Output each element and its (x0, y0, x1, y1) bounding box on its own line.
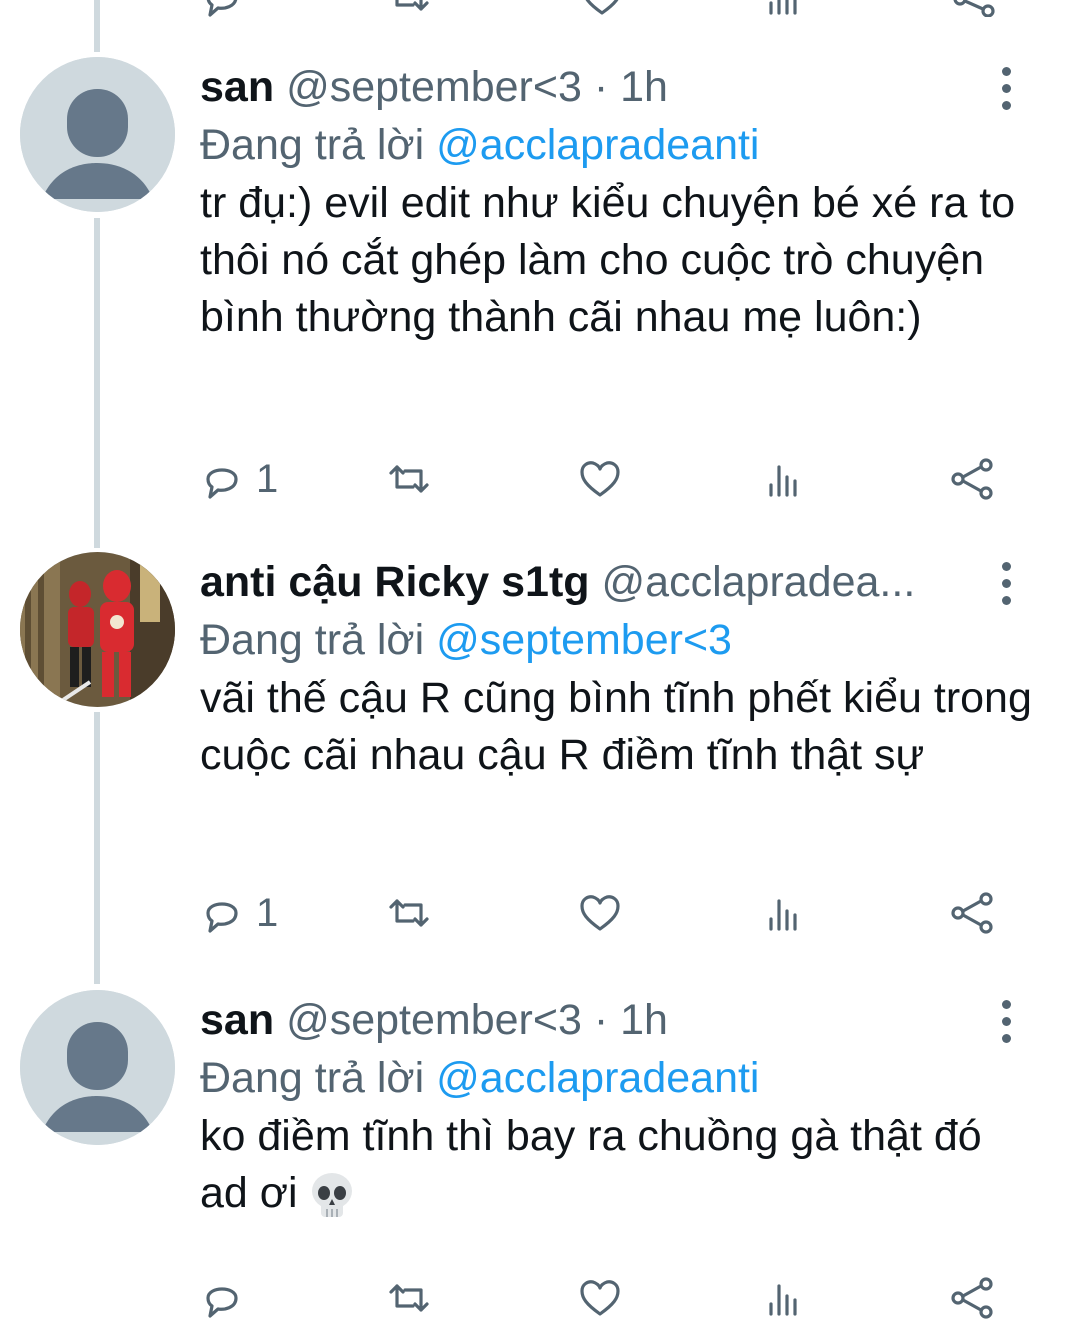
views-icon (769, 1284, 797, 1316)
retweet-icon (389, 465, 429, 493)
retweet-button[interactable] (385, 0, 433, 22)
timestamp[interactable]: 1h (620, 63, 668, 111)
replying-to-label: Đang trả lời (200, 616, 425, 664)
tweet-header: anti cậu Ricky s1tg @acclapradea... (200, 552, 989, 612)
share-button[interactable] (948, 1273, 996, 1323)
more-icon (991, 562, 1021, 605)
timestamp[interactable]: 1h (620, 996, 668, 1044)
tweet-2[interactable]: anti cậu Ricky s1tg @acclapradea... Đang… (0, 552, 1069, 952)
more-icon (991, 67, 1021, 110)
like-button[interactable] (578, 1273, 622, 1323)
share-icon (953, 0, 995, 17)
like-button[interactable] (580, 0, 624, 22)
reply-count: 1 (256, 890, 279, 935)
like-icon (580, 461, 620, 497)
tweet-actions: 1 (200, 888, 1000, 938)
display-name[interactable]: san (200, 63, 274, 111)
thread-line-top (94, 0, 100, 52)
retweet-button[interactable] (385, 1273, 433, 1323)
replying-to: Đang trả lời @september<3 (200, 610, 732, 670)
tweet-actions: 1 (200, 454, 1000, 504)
separator-dot: · (593, 996, 609, 1044)
avatar[interactable] (20, 552, 175, 707)
retweet-button[interactable] (385, 888, 433, 938)
share-button[interactable] (948, 454, 996, 504)
share-button[interactable] (948, 888, 996, 938)
more-icon (991, 1000, 1021, 1043)
like-icon (580, 895, 620, 931)
retweet-icon (395, 0, 429, 11)
share-button[interactable] (950, 0, 998, 22)
views-button[interactable] (765, 1273, 805, 1323)
share-icon (951, 458, 993, 500)
reply-icon (206, 902, 238, 933)
separator-dot: · (593, 63, 609, 111)
replying-to: Đang trả lời @acclapradeanti (200, 115, 759, 175)
mention-link[interactable]: @acclapradeanti (436, 121, 759, 169)
user-handle[interactable]: @september<3 (286, 996, 582, 1044)
mention-link[interactable]: @september<3 (436, 616, 732, 664)
mention-link[interactable]: @acclapradeanti (436, 1054, 759, 1102)
replying-to: Đang trả lời @acclapradeanti (200, 1048, 759, 1108)
views-button[interactable] (765, 0, 805, 22)
views-button[interactable] (765, 454, 805, 504)
display-name[interactable]: san (200, 996, 274, 1044)
replying-to-label: Đang trả lời (200, 1054, 425, 1102)
reply-button[interactable] (200, 1273, 256, 1323)
more-options-button[interactable] (991, 67, 1021, 111)
reply-button[interactable]: 1 (200, 454, 278, 504)
tweet-text-container: ko điềm tĩnh thì bay ra chuồng gà thật đ… (200, 1108, 1040, 1222)
share-icon (951, 1277, 993, 1319)
retweet-button[interactable] (385, 454, 433, 504)
reply-icon (206, 1287, 238, 1318)
like-button[interactable] (578, 888, 622, 938)
share-icon (951, 892, 993, 934)
reply-icon (206, 468, 238, 499)
user-handle[interactable]: @september<3 (286, 63, 582, 111)
views-button[interactable] (765, 888, 805, 938)
previous-tweet-actions (200, 0, 1000, 17)
replying-to-label: Đang trả lời (200, 121, 425, 169)
tweet-header: san @september<3 · 1h (200, 57, 989, 117)
tweet-text: vãi thế cậu R cũng bình tĩnh phết kiểu t… (200, 674, 1032, 779)
default-avatar-icon (20, 57, 175, 212)
reply-count: 1 (256, 456, 279, 501)
default-avatar-icon (20, 990, 175, 1145)
display-name[interactable]: anti cậu Ricky s1tg (200, 558, 590, 606)
more-options-button[interactable] (991, 562, 1021, 606)
tweet-1[interactable]: san @september<3 · 1h Đang trả lời @accl… (0, 57, 1069, 507)
reply-button[interactable]: 1 (200, 888, 278, 938)
avatar[interactable] (20, 57, 175, 212)
tweet-header: san @september<3 · 1h (200, 990, 989, 1050)
views-icon (769, 465, 797, 497)
views-icon (769, 0, 797, 15)
tweet-3[interactable]: san @september<3 · 1h Đang trả lời @accl… (0, 990, 1069, 1340)
more-options-button[interactable] (991, 1000, 1021, 1044)
like-button[interactable] (578, 454, 622, 504)
user-handle[interactable]: @acclapradea... (602, 558, 916, 606)
like-icon (580, 1280, 620, 1316)
like-icon (585, 0, 619, 15)
reply-icon (206, 0, 238, 17)
avatar[interactable] (20, 990, 175, 1145)
retweet-icon (389, 899, 429, 927)
skull-emoji (309, 1171, 355, 1221)
profile-photo (20, 552, 175, 707)
tweet-text: tr đụ:) evil edit như kiểu chuyện bé xé … (200, 179, 1016, 341)
reply-button[interactable] (200, 0, 244, 22)
retweet-icon (389, 1284, 429, 1312)
views-icon (769, 899, 797, 931)
tweet-actions (200, 1273, 1000, 1323)
